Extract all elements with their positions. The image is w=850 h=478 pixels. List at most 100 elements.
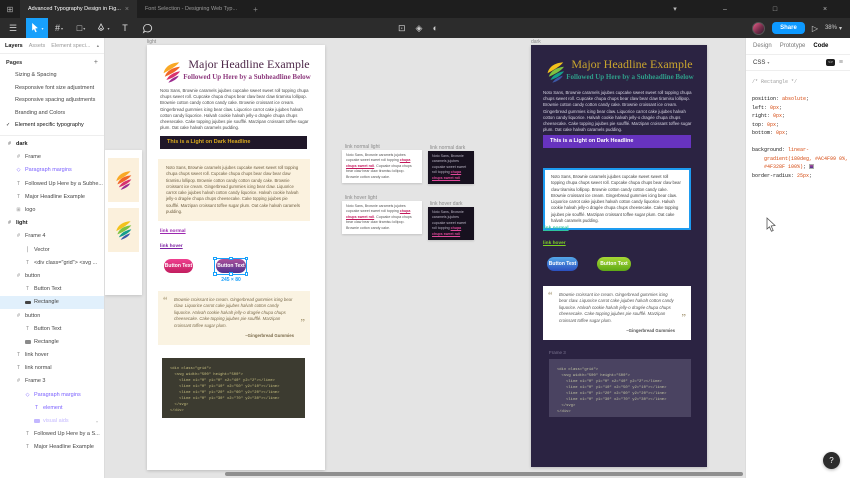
layer-row[interactable]: TButton Text	[0, 283, 104, 296]
layer-row[interactable]: TFollowed Up Here by a S...	[0, 428, 104, 441]
home-icon[interactable]: ⊞	[0, 0, 20, 18]
avatar[interactable]	[752, 22, 765, 35]
maximize-button[interactable]: □	[750, 6, 800, 13]
layer-row[interactable]: Tlink hover	[0, 349, 104, 362]
text-tool[interactable]: T	[114, 18, 136, 38]
button-green[interactable]: Button Text	[597, 257, 631, 271]
link-normal[interactable]: link normal	[160, 229, 186, 234]
new-tab-button[interactable]: +	[245, 0, 266, 18]
layer-row[interactable]: ◇Paragraph margins	[0, 164, 104, 177]
css-code-block[interactable]: /* Rectangle */ position: absolute;left:…	[746, 71, 850, 187]
horizontal-scrollbar[interactable]	[225, 472, 743, 476]
layer-row[interactable]: TMajor Headline Example	[0, 190, 104, 203]
artboard-dark[interactable]: Major Headline Example Followed Up Here …	[531, 45, 707, 467]
close-tab-icon[interactable]: ×	[125, 6, 129, 13]
paragraph-margins-panel[interactable]: Noto Sans, Brownie caramels jujubes cupc…	[158, 159, 310, 221]
tab-layers[interactable]: Layers	[5, 43, 23, 49]
frame-tool[interactable]: #▾	[48, 18, 70, 38]
link-hover[interactable]: link hover	[543, 241, 566, 246]
pen-tool[interactable]: ▾	[92, 18, 114, 38]
close-button[interactable]: ×	[800, 6, 850, 13]
layer-row[interactable]: T<div class="grid"> <svg ...	[0, 256, 104, 269]
selection-handle[interactable]	[245, 257, 249, 261]
tab-element-specific[interactable]: Element speci...	[51, 43, 90, 49]
link-hover[interactable]: link hover	[160, 244, 183, 249]
selection-handle[interactable]	[213, 272, 217, 276]
chevron-down-icon[interactable]: ▾	[650, 5, 700, 13]
canvas[interactable]: light Major Headline Example Followed Up…	[105, 38, 745, 478]
tab-prototype[interactable]: Prototype	[780, 43, 806, 49]
layer-row[interactable]: TFollowed Up Here by a Subhe...	[0, 177, 104, 190]
logo-tile-dark[interactable]	[108, 208, 139, 252]
zoom-level-control[interactable]: 38% ▾	[825, 25, 842, 32]
layer-row[interactable]: #dark	[0, 138, 104, 151]
comment-tool[interactable]	[136, 18, 158, 38]
add-page-button[interactable]: +	[94, 59, 98, 66]
button-blue[interactable]: Button Text	[547, 257, 578, 271]
file-tab-active[interactable]: Advanced Typography Design in Fig... ×	[20, 0, 137, 18]
layer-row[interactable]: #button	[0, 309, 104, 322]
layer-row[interactable]: #button	[0, 269, 104, 282]
present-icon[interactable]: ▷	[812, 24, 818, 33]
paragraph-margins-panel[interactable]: Noto Sans, Brownie caramels jujubes cupc…	[543, 168, 691, 230]
subheadline-text[interactable]: Followed Up Here by a Subheadline Below	[171, 73, 323, 81]
layer-row[interactable]: ⊞logo	[0, 203, 104, 216]
headline-text[interactable]: Major Headline Example	[561, 57, 703, 72]
edit-object-icon[interactable]: ⊡	[398, 23, 406, 34]
code-sample-block[interactable]: <div class="grid"> <svg width="500" heig…	[549, 359, 691, 417]
link-normal-dark-card[interactable]: Noto Sans, Brownie caramels jujubes cupc…	[428, 151, 474, 184]
layer-row[interactable]: visual aids▾	[0, 414, 104, 427]
subheadline-text[interactable]: Followed Up Here by a Subheadline Below	[555, 73, 705, 81]
help-button[interactable]: ?	[823, 452, 840, 469]
body-paragraph[interactable]: Noto Sans, Brownie caramels jujubes cupc…	[543, 90, 695, 134]
frame-label-frame3[interactable]: Frame 3	[549, 350, 566, 355]
shape-tool[interactable]: □▾	[70, 18, 92, 38]
file-tab[interactable]: Font Selection - Designing Web Typ...	[137, 0, 245, 18]
minimize-button[interactable]: –	[700, 6, 750, 13]
blockquote[interactable]: “ Brownie croissant ice cream. Gingerbre…	[158, 291, 310, 345]
chevron-up-icon[interactable]: ▴	[97, 43, 99, 49]
move-tool[interactable]: ▾	[26, 18, 48, 38]
layer-row[interactable]: Tlink normal	[0, 362, 104, 375]
layer-row[interactable]: #Frame	[0, 151, 104, 164]
button-pink[interactable]: Button Text	[164, 259, 193, 273]
mask-icon[interactable]: ◐	[432, 23, 437, 33]
body-paragraph[interactable]: Noto Sans, Brownie caramels jujubes cupc…	[160, 88, 312, 132]
main-menu-icon[interactable]: ☰	[0, 23, 26, 34]
selection-handle[interactable]	[245, 272, 249, 276]
partial-frame[interactable]	[105, 150, 142, 295]
layer-row[interactable]: #light	[0, 217, 104, 230]
page-item[interactable]: Responsive font size adjustment	[0, 82, 104, 95]
table-view-icon[interactable]: ≡	[839, 59, 843, 66]
layer-row[interactable]: TButton Text	[0, 322, 104, 335]
language-select[interactable]: CSS	[753, 60, 765, 66]
tab-assets[interactable]: Assets	[29, 43, 46, 49]
blockquote[interactable]: “ Brownie croissant ice cream. Gingerbre…	[543, 286, 691, 340]
layer-row[interactable]: ◇Paragraph margins	[0, 388, 104, 401]
link-hover-light-card[interactable]: Noto Sans, Brownie caramels jujubes cupc…	[342, 201, 422, 234]
create-component-icon[interactable]: ◈	[416, 23, 423, 34]
headline-text[interactable]: Major Headline Example	[177, 57, 321, 72]
code-sample-block[interactable]: <div class="grid"> <svg width="500" heig…	[162, 358, 305, 418]
layer-row[interactable]: TMajor Headline Example	[0, 441, 104, 454]
page-item[interactable]: Responsive spacing adjustments	[0, 94, 104, 107]
layer-row[interactable]: #Frame 4	[0, 230, 104, 243]
layer-row[interactable]: Rectangle	[0, 296, 104, 309]
artboard-light[interactable]: Major Headline Example Followed Up Here …	[147, 45, 325, 470]
layer-row[interactable]: Rectangle	[0, 335, 104, 348]
logo-tile-light[interactable]	[108, 158, 139, 202]
selection-handle[interactable]	[213, 257, 217, 261]
tab-design[interactable]: Design	[753, 43, 772, 49]
light-on-dark-banner[interactable]: This is a Light on Dark Headline	[543, 135, 691, 148]
code-view-icon[interactable]: <>	[826, 59, 835, 66]
light-on-dark-banner[interactable]: This is a Light on Dark Headline	[160, 136, 307, 149]
layer-row[interactable]: Telement	[0, 401, 104, 414]
button-purple-selected[interactable]: Button Text	[216, 259, 246, 273]
link-hover-dark-card[interactable]: Noto Sans, Brownie caramels jujubes cupc…	[428, 207, 474, 240]
layer-row[interactable]: #Frame 3	[0, 375, 104, 388]
link-normal-light-card[interactable]: Noto Sans, Brownie caramels jujubes cupc…	[342, 150, 422, 183]
page-item[interactable]: Sizing & Spacing	[0, 69, 104, 82]
tab-code[interactable]: Code	[813, 43, 828, 49]
link-normal[interactable]: link normal	[543, 226, 569, 231]
layer-row[interactable]: ⎮Vector	[0, 243, 104, 256]
